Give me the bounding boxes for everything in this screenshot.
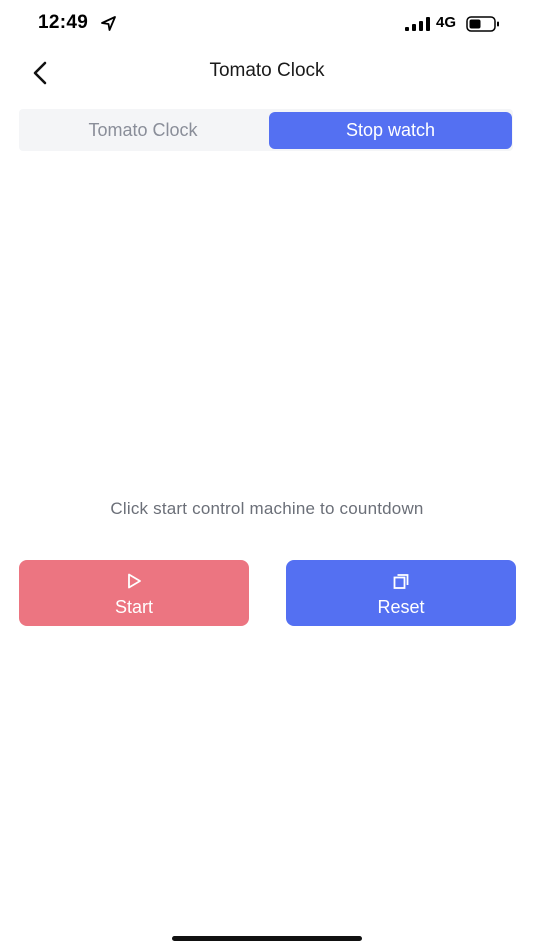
location-arrow-icon	[101, 16, 116, 31]
battery-icon	[466, 16, 499, 32]
start-button[interactable]: Start	[19, 560, 249, 626]
copy-icon	[393, 574, 409, 589]
instruction-text: Click start control machine to countdown	[110, 499, 424, 518]
mode-segment-control: Tomato Clock Stop watch	[19, 109, 513, 151]
reset-button[interactable]: Reset	[286, 560, 516, 626]
network-type: 4G	[436, 14, 457, 31]
status-bar: 12:49 4G	[0, 0, 534, 50]
status-time: 12:49	[38, 12, 89, 33]
reset-button-label: Reset	[377, 597, 425, 617]
navigation-bar: Tomato Clock	[0, 50, 534, 94]
start-button-label: Start	[114, 597, 153, 617]
home-indicator[interactable]	[172, 936, 362, 941]
page-title: Tomato Clock	[209, 60, 325, 81]
signal-bars-icon	[405, 17, 430, 31]
tab-stop-watch[interactable]: Stop watch	[269, 112, 512, 149]
play-icon	[128, 573, 141, 589]
tab-tomato-clock[interactable]: Tomato Clock	[19, 112, 267, 149]
